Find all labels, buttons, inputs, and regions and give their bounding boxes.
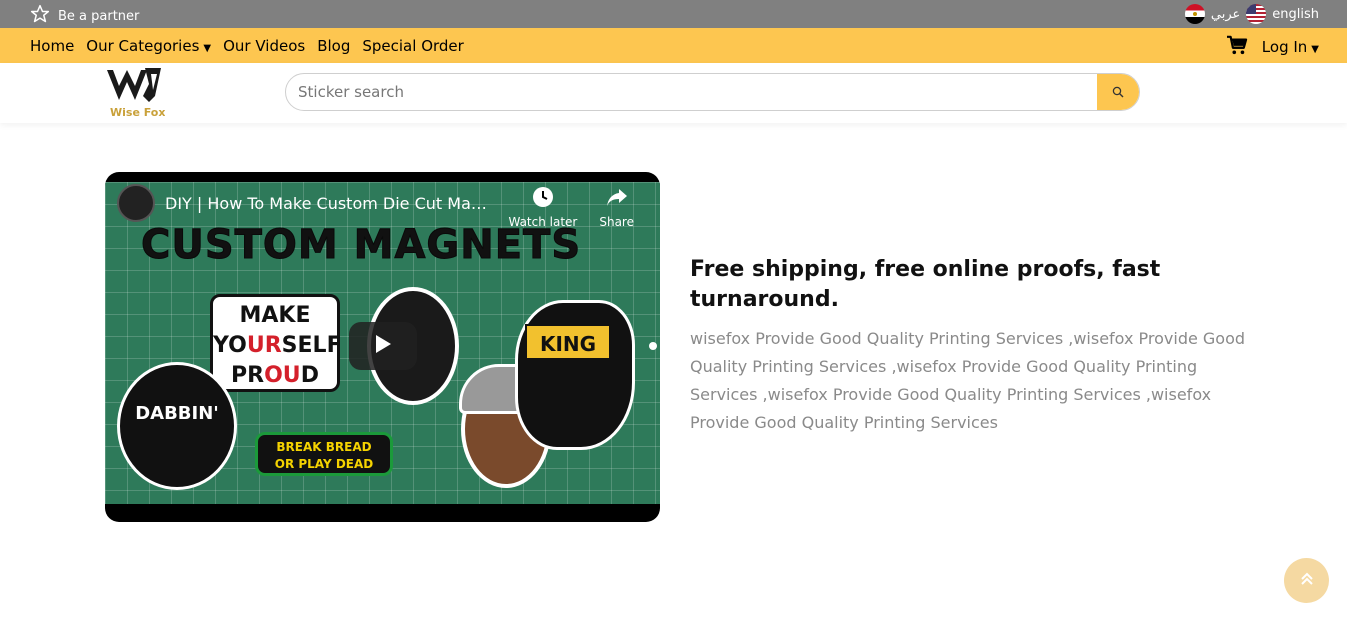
video-player[interactable]: CUSTOM MAGNETS MAKE YOURSELF PROUD DABBI… — [105, 172, 660, 522]
nav-home[interactable]: Home — [30, 37, 74, 55]
watch-later-button[interactable]: Watch later — [508, 186, 577, 229]
login-menu[interactable]: Log In ▼ — [1262, 38, 1319, 56]
search-input[interactable] — [286, 74, 1096, 110]
caret-down-icon: ▼ — [1311, 44, 1319, 55]
nav-our-categories-label: Our Categories — [86, 37, 200, 55]
channel-avatar[interactable] — [117, 184, 155, 222]
share-icon — [606, 186, 628, 211]
video-title[interactable]: DIY | How To Make Custom Die Cut Magnets — [165, 194, 495, 213]
search-bar — [285, 73, 1140, 111]
sticker-bread-line2: OR PLAY DEAD — [274, 457, 374, 471]
nav-special-order[interactable]: Special Order — [362, 37, 463, 55]
be-a-partner-label: Be a partner — [58, 8, 140, 24]
sticker-proud-part3: D — [300, 363, 319, 388]
nav-blog[interactable]: Blog — [317, 37, 350, 55]
watch-later-label: Watch later — [508, 215, 578, 229]
sticker-proud-part2: OU — [264, 363, 301, 388]
english-language-link[interactable]: english — [1272, 7, 1319, 22]
cart-icon[interactable] — [1226, 35, 1248, 59]
share-label: Share — [599, 215, 634, 229]
logo-text: Wise Fox — [110, 106, 165, 119]
sticker-yourself-part1: YO — [213, 333, 247, 358]
back-to-top-button[interactable] — [1284, 558, 1329, 603]
sticker-bread-line1: BREAK BREAD — [276, 440, 372, 454]
us-flag-icon[interactable] — [1246, 4, 1267, 24]
play-icon — [374, 334, 392, 358]
double-chevron-up-icon — [1300, 570, 1314, 591]
search-icon — [1112, 83, 1124, 102]
arabic-language-link[interactable]: عربي — [1211, 7, 1240, 22]
play-button[interactable] — [349, 322, 417, 370]
main-nav: Home Our Categories ▼ Our Videos Blog Spe… — [0, 28, 1347, 63]
egypt-flag-icon[interactable] — [1184, 4, 1205, 24]
sticker-make-text: MAKE — [239, 303, 311, 328]
language-switcher: عربي english — [1184, 4, 1319, 24]
sticker-dabbin: DABBIN' — [117, 362, 237, 490]
nav-our-videos[interactable]: Our Videos — [223, 37, 305, 55]
sticker-king: KING — [525, 324, 611, 360]
sticker-yourself-part3: SELF — [281, 333, 342, 358]
sticker-yourself-part2: UR — [246, 333, 282, 358]
be-a-partner-link[interactable]: Be a partner — [30, 4, 139, 28]
star-icon — [30, 4, 50, 28]
sticker-africa — [515, 300, 635, 450]
sticker-proud-part1: PR — [231, 363, 265, 388]
sticker-proud-line: PROUD — [213, 361, 337, 391]
search-button[interactable] — [1097, 74, 1139, 110]
scrub-dot — [649, 342, 657, 350]
feature-heading: Free shipping, free online proofs, fast … — [690, 257, 1161, 312]
top-bar: Be a partner عربي english — [0, 0, 1347, 28]
login-label: Log In — [1261, 38, 1308, 56]
feature-body: wisefox Provide Good Quality Printing Se… — [690, 329, 1246, 432]
sticker-break-bread: BREAK BREAD OR PLAY DEAD — [255, 432, 393, 476]
site-header: Wise Fox — [0, 63, 1347, 123]
share-button[interactable]: Share — [599, 186, 634, 229]
sticker-make-yourself-proud: MAKE YOURSELF PROUD — [210, 294, 342, 392]
sticker-yourself-line: YOURSELF — [213, 331, 342, 361]
feature-copy: Free shipping, free online proofs, fast … — [690, 255, 1250, 437]
clock-icon — [532, 186, 554, 211]
nav-our-categories[interactable]: Our Categories ▼ — [86, 37, 211, 55]
wisefox-logo[interactable]: Wise Fox — [105, 66, 165, 120]
caret-down-icon: ▼ — [203, 43, 212, 54]
